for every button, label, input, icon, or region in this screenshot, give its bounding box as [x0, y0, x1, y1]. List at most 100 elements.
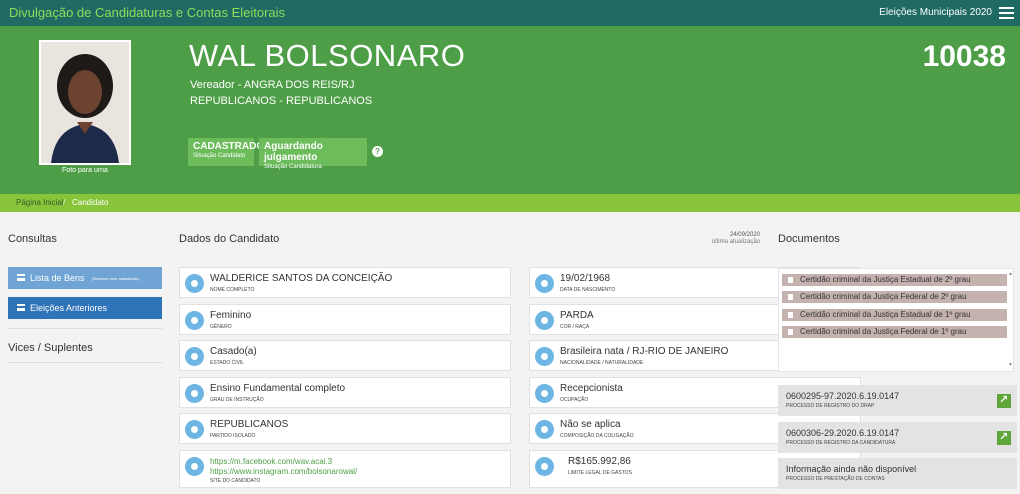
- graduation-cap-icon: [185, 384, 204, 403]
- gender-icon: [185, 311, 204, 330]
- person-icon: [185, 274, 204, 293]
- coalition-label: Composição da coligação: [560, 433, 634, 439]
- vices-title: Vices / Suplentes: [8, 342, 93, 354]
- status-label: Situação Candidato: [193, 153, 246, 159]
- candidate-photo: [39, 40, 131, 165]
- external-link-icon[interactable]: [997, 430, 1011, 445]
- coalition-value: Não se aplica: [560, 419, 621, 430]
- status-badge: CADASTRADO Situação Candidato: [188, 138, 265, 166]
- education-label: Grau de instrução: [210, 397, 264, 403]
- document-item[interactable]: Certidão criminal da Justiça Federal de …: [782, 326, 1007, 338]
- candidacy-process-card: 0600306-29.2020.6.19.0147 Processo de re…: [778, 422, 1017, 453]
- election-label[interactable]: Eleições Municipais 2020: [879, 7, 992, 18]
- candidate-header: Foto para urna WAL BOLSONARO Vereador - …: [0, 26, 1020, 194]
- eleicoes-anteriores-button[interactable]: Eleições Anteriores: [8, 297, 162, 319]
- document-icon: [788, 329, 793, 335]
- candidacy-process-label: Processo de registro da candidatura: [786, 440, 896, 446]
- help-icon[interactable]: ?: [372, 146, 383, 157]
- eleicoes-anteriores-label: Eleições Anteriores: [30, 303, 108, 313]
- accounts-process-info: Informação ainda não disponível: [786, 464, 917, 474]
- top-bar: Divulgação de Candidaturas e Contas Elei…: [0, 0, 1020, 26]
- party-value: REPUBLICANOS: [210, 419, 289, 430]
- document-label: Certidão criminal da Justiça Federal de …: [800, 292, 967, 301]
- drap-process-number: 0600295-97.2020.6.19.0147: [786, 391, 900, 401]
- accounts-process-label: Processo de prestação de contas: [786, 476, 885, 482]
- race-value: PARDA: [560, 310, 594, 321]
- candidate-role: Vereador - ANGRA DOS REIS/RJ: [190, 79, 355, 91]
- group-icon: [185, 420, 204, 439]
- full-name-card: WALDERICE SANTOS DA CONCEIÇÃO Nome compl…: [179, 267, 511, 298]
- document-item[interactable]: Certidão criminal da Justiça Federal de …: [782, 291, 1007, 303]
- map-icon: [535, 347, 554, 366]
- scroll-down-icon[interactable]: ▼: [1008, 362, 1013, 368]
- occupation-label: Ocupação: [560, 397, 589, 403]
- external-link-icon[interactable]: [997, 393, 1011, 408]
- divider: [8, 362, 162, 363]
- education-card: Ensino Fundamental completo Grau de inst…: [179, 377, 511, 408]
- document-item[interactable]: Certidão criminal da Justiça Estadual de…: [782, 274, 1007, 286]
- drap-process-card: 0600295-97.2020.6.19.0147 Processo de re…: [778, 385, 1017, 416]
- lista-de-bens-button[interactable]: Lista de Bens (Nenhum bem cadastrado): [8, 267, 162, 289]
- list-icon: [17, 304, 25, 311]
- briefcase-icon: [535, 384, 554, 403]
- instagram-link[interactable]: https://www.instagram.com/bolsonarowal/: [210, 467, 357, 476]
- status-value: CADASTRADO: [193, 141, 265, 152]
- calendar-icon: [535, 274, 554, 293]
- marital-status-value: Casado(a): [210, 346, 257, 357]
- facebook-link[interactable]: https://m.facebook.com/wav.acai.3: [210, 457, 332, 466]
- document-item[interactable]: Certidão criminal da Justiça Estadual de…: [782, 309, 1007, 321]
- dollar-icon: [535, 457, 554, 476]
- gender-card: Feminino Gênero: [179, 304, 511, 335]
- gender-value: Feminino: [210, 310, 252, 321]
- list-icon: [17, 274, 25, 281]
- document-label: Certidão criminal da Justiça Estadual de…: [800, 275, 971, 284]
- candidate-number: 10038: [922, 40, 1006, 73]
- consultas-title: Consultas: [8, 233, 57, 245]
- document-icon: [788, 294, 793, 300]
- drap-process-label: Processo de registro do DRAP: [786, 403, 875, 409]
- birthdate-value: 19/02/1968: [560, 273, 611, 284]
- site-card: https://m.facebook.com/wav.acai.3 https:…: [179, 450, 511, 488]
- hamburger-menu-icon[interactable]: [999, 7, 1014, 19]
- application-badge: Aguardando julgamento Situação Candidatu…: [259, 138, 367, 170]
- person-silhouette-icon: [535, 311, 554, 330]
- document-icon: [788, 277, 793, 283]
- occupation-value: Recepcionista: [560, 383, 623, 394]
- documentos-title: Documentos: [778, 233, 840, 245]
- ring-icon: [185, 347, 204, 366]
- party-label: Partido isolado: [210, 433, 256, 439]
- document-label: Certidão criminal da Justiça Federal de …: [800, 327, 967, 336]
- globe-icon: [185, 457, 204, 476]
- spending-limit-value: R$165.992,86: [568, 456, 631, 467]
- marital-status-card: Casado(a) Estado civil: [179, 340, 511, 371]
- race-label: Cor / raça: [560, 324, 590, 330]
- application-label: Situação Candidatura: [264, 164, 322, 170]
- breadcrumb-home-link[interactable]: Página Inicial: [16, 198, 64, 207]
- site-label: Site do candidato: [210, 478, 261, 484]
- document-label: Certidão criminal da Justiça Estadual de…: [800, 310, 971, 319]
- dados-title: Dados do Candidato: [179, 233, 280, 245]
- candidacy-process-number: 0600306-29.2020.6.19.0147: [786, 428, 900, 438]
- candidate-name: WAL BOLSONARO: [189, 38, 466, 73]
- scroll-up-icon[interactable]: ▲: [1008, 271, 1013, 277]
- photo-caption: Foto para urna: [62, 167, 108, 174]
- spending-limit-label: Limite legal de gastos: [568, 470, 632, 476]
- marital-status-label: Estado civil: [210, 360, 245, 366]
- lista-de-bens-label: Lista de Bens: [30, 273, 85, 283]
- updated-label: última atualização: [711, 239, 760, 245]
- full-name-label: Nome completo: [210, 287, 255, 293]
- candidate-party: REPUBLICANOS - REPUBLICANOS: [190, 95, 373, 107]
- divider: [8, 328, 162, 329]
- full-name-value: WALDERICE SANTOS DA CONCEIÇÃO: [210, 273, 393, 284]
- birthdate-label: Data de nascimento: [560, 287, 616, 293]
- nationality-value: Brasileira nata / RJ-RIO DE JANEIRO: [560, 346, 729, 357]
- document-icon: [788, 312, 793, 318]
- breadcrumb-separator: /: [63, 198, 66, 207]
- updated-date: 24/09/2020: [729, 232, 760, 238]
- application-value: Aguardando julgamento: [264, 141, 323, 163]
- party-card: REPUBLICANOS Partido isolado: [179, 413, 511, 444]
- site-title[interactable]: Divulgação de Candidaturas e Contas Elei…: [9, 5, 285, 20]
- gender-label: Gênero: [210, 324, 232, 330]
- documents-list: Certidão criminal da Justiça Estadual de…: [778, 268, 1014, 372]
- bens-note: (Nenhum bem cadastrado): [92, 276, 140, 281]
